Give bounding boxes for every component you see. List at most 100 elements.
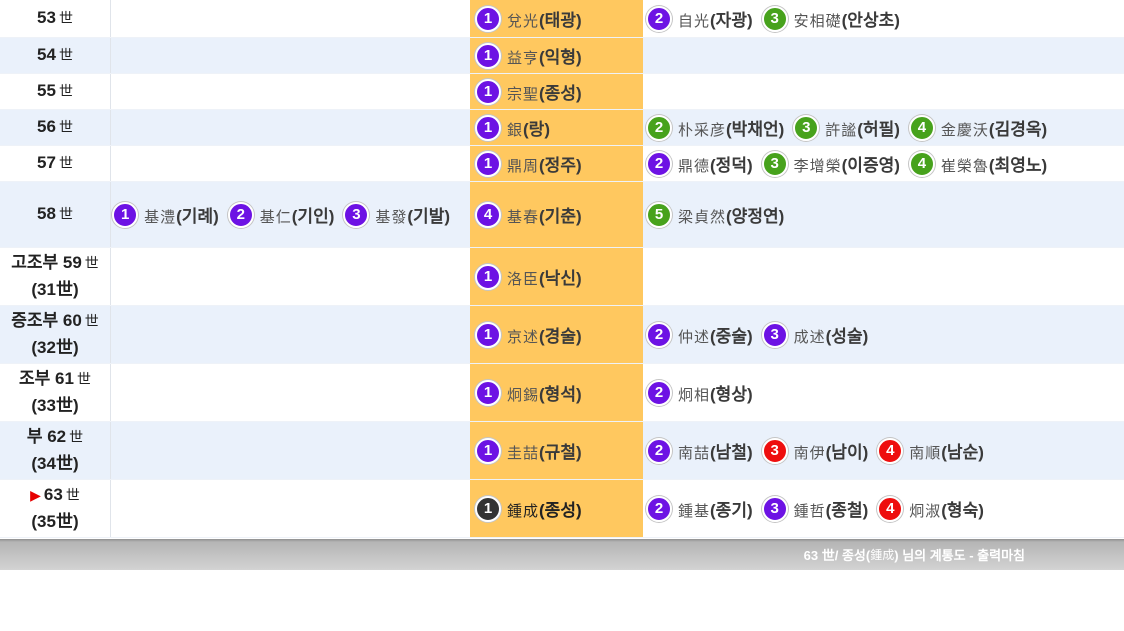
name-hanja: 基澧 (144, 208, 177, 226)
person-name: 成述(성술) (794, 322, 869, 347)
order-badge: 2 (646, 150, 672, 177)
generation-row: 조부 61 世 (33世) 1 炯錫(형석) 2 炯相(형상) (0, 364, 1124, 422)
person-entry[interactable]: 3 李增榮(이증영) (761, 149, 900, 179)
person-name: 安相礎(안상초) (794, 6, 900, 31)
order-badge: 5 (646, 201, 672, 228)
order-badge: 1 (475, 5, 501, 32)
name-hanja: 洛臣 (507, 270, 540, 288)
order-badge: 1 (475, 495, 501, 522)
person-entry[interactable]: 3 南伊(남이) (761, 436, 869, 466)
generation-number: 62 (47, 427, 67, 446)
name-hangul: (중술) (710, 327, 753, 346)
person-name: 鼎德(정덕) (678, 151, 753, 176)
generation-number: 60 (62, 311, 82, 330)
person-entry[interactable]: 4 金慶沃(김경옥) (908, 113, 1047, 143)
name-hangul: (종성) (539, 84, 582, 103)
generation-label: ▶ 63 世 (35世) (0, 480, 111, 537)
person-entry[interactable]: 4 南順(남순) (877, 436, 984, 466)
person-entry[interactable]: 1 京述(경술) (475, 320, 582, 350)
order-badge: 2 (646, 5, 672, 32)
siblings-right: 2 炯相(형상) (643, 364, 1124, 421)
generation-suffix: 世 (58, 11, 73, 27)
genealogy-table: 53 世 1 兌光(태광) 2 自光(자광) 3 安相礎(안상초) 54 世 1 益亨(익형) 55 世 1… (0, 0, 1124, 538)
person-entry[interactable]: 3 基發(기발) (343, 200, 450, 230)
person-entry[interactable]: 2 朴采彦(박채언) (646, 113, 784, 143)
person-entry[interactable]: 5 梁貞然(양정연) (646, 200, 784, 230)
name-hangul: (안상초) (841, 11, 900, 30)
lineage-column: 1 炯錫(형석) (470, 364, 643, 421)
person-entry[interactable]: 3 許謐(허필) (793, 113, 900, 143)
name-hangul: (종성) (539, 501, 582, 520)
name-hangul: (남순) (941, 443, 984, 462)
person-entry[interactable]: 1 兌光(태광) (475, 4, 582, 34)
person-name: 洛臣(낙신) (507, 264, 582, 289)
person-entry[interactable]: 2 炯相(형상) (646, 378, 753, 408)
relation-label: 부 (26, 427, 43, 446)
order-badge: 4 (908, 114, 935, 141)
person-name: 仲述(중술) (678, 322, 753, 347)
person-name: 朴采彦(박채언) (678, 115, 784, 140)
order-badge: 3 (343, 201, 370, 228)
generation-number: 59 (62, 253, 82, 272)
name-hangul: (남이) (825, 443, 869, 462)
person-entry[interactable]: 2 鼎德(정덕) (646, 149, 753, 179)
person-entry[interactable]: 4 崔榮魯(최영노) (908, 149, 1047, 179)
person-entry[interactable]: 1 炯錫(형석) (475, 378, 582, 408)
person-name: 炯淑(형숙) (909, 496, 984, 521)
name-hangul: (이증영) (841, 156, 900, 175)
order-badge: 1 (475, 321, 501, 348)
siblings-left: 1 基澧(기례) 2 基仁(기인) 3 基發(기발) (111, 182, 470, 247)
person-entry[interactable]: 1 宗聖(종성) (475, 77, 582, 107)
person-name: 南喆(남철) (678, 438, 753, 463)
person-entry[interactable]: 2 基仁(기인) (227, 200, 334, 230)
person-entry[interactable]: 1 銀(랑) (475, 113, 550, 143)
siblings-right: 2 南喆(남철) 3 南伊(남이) 4 南順(남순) (643, 422, 1124, 479)
order-badge: 1 (475, 437, 501, 464)
name-hanja: 兌光 (507, 12, 540, 30)
generation-sub: (32世) (31, 338, 79, 357)
person-entry[interactable]: 3 鍾哲(종철) (761, 494, 868, 524)
person-entry[interactable]: 2 仲述(중술) (646, 320, 753, 350)
person-entry[interactable]: 3 成述(성술) (761, 320, 869, 350)
generation-row: 53 世 1 兌光(태광) 2 自光(자광) 3 安相礎(안상초) (0, 0, 1124, 38)
person-entry[interactable]: 1 洛臣(낙신) (475, 262, 582, 292)
lineage-column: 1 圭喆(규철) (470, 422, 643, 479)
name-hangul: (낙신) (539, 269, 582, 288)
person-entry[interactable]: 4 炯淑(형숙) (877, 494, 984, 524)
person-entry[interactable]: 1 益亨(익형) (475, 41, 582, 71)
person-entry[interactable]: 4 基春(기춘) (475, 200, 582, 230)
siblings-right (643, 248, 1124, 305)
name-hanja: 金慶沃 (940, 121, 989, 139)
name-hanja: 益亨 (507, 49, 540, 67)
lineage-column: 1 宗聖(종성) (470, 74, 643, 109)
name-hanja: 李增榮 (793, 157, 842, 175)
person-entry[interactable]: 1 鼎周(정주) (475, 149, 582, 179)
person-name: 益亨(익형) (507, 43, 582, 68)
person-entry[interactable]: 1 基澧(기례) (112, 200, 219, 230)
person-name: 梁貞然(양정연) (678, 202, 784, 227)
person-entry[interactable]: 2 南喆(남철) (646, 436, 753, 466)
generation-row: ▶ 63 世 (35世) 1 鍾成(종성) 2 鍾基(종기) 3 鍾哲(종철) 4 炯淑(형숙) (0, 480, 1124, 538)
generation-suffix: 世 (58, 48, 73, 64)
generation-number: 61 (55, 369, 74, 388)
lineage-column: 1 兌光(태광) (470, 0, 643, 37)
name-hanja: 南伊 (793, 444, 826, 462)
order-badge: 3 (761, 321, 788, 348)
person-entry[interactable]: 2 自光(자광) (646, 4, 753, 34)
name-hangul: (남철) (710, 443, 753, 462)
order-badge: 2 (646, 321, 672, 348)
person-entry[interactable]: 3 安相礎(안상초) (761, 4, 900, 34)
relation-label: 고조부 (11, 253, 59, 272)
person-entry[interactable]: 1 圭喆(규철) (475, 436, 582, 466)
siblings-left (111, 74, 470, 109)
name-hangul: (정덕) (710, 156, 753, 175)
generation-label: 조부 61 世 (33世) (0, 364, 111, 421)
person-entry[interactable]: 2 鍾基(종기) (646, 494, 753, 524)
name-hangul: (종기) (710, 501, 753, 520)
generation-suffix: 世 (65, 488, 80, 504)
current-generation-marker: ▶ (30, 487, 41, 503)
siblings-left (111, 146, 470, 181)
generation-line: 증조부 60 世 (11, 308, 99, 335)
current-person[interactable]: 1 鍾成(종성) (475, 494, 582, 524)
relation-label: 조부 (19, 369, 51, 388)
